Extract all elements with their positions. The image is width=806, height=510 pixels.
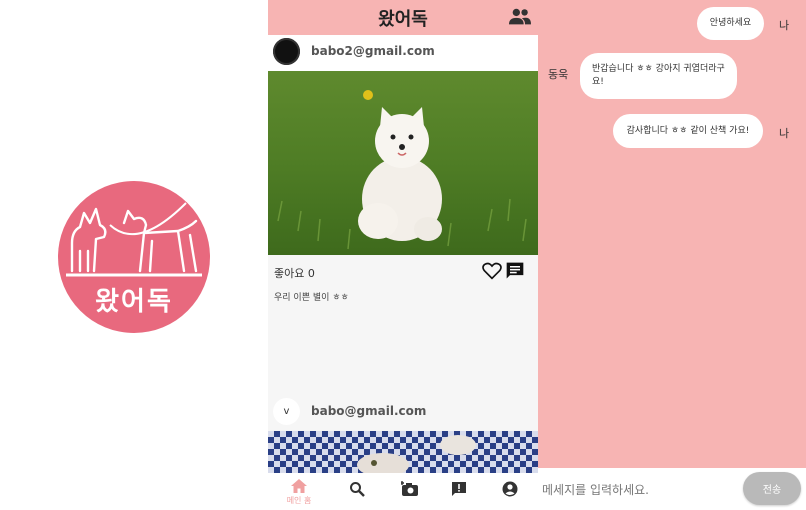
post-author-row[interactable]: babo2@gmail.com [268,35,538,71]
nav-profile[interactable] [483,473,537,510]
dog-on-checkered-blanket-image [268,431,538,473]
chat-message-bubble: 안녕하세요 [697,7,764,40]
nav-report[interactable] [432,473,486,510]
add-photo-icon [401,481,418,496]
nav-add-photo[interactable] [382,473,436,510]
logo-panel: 왔어독 [0,0,268,510]
app-logo: 왔어독 [58,181,210,333]
avatar[interactable] [273,38,300,65]
message-sender: 나 [779,19,790,32]
chat-input-bar: 전송 [538,468,806,510]
chat-bubble-icon[interactable] [505,261,525,281]
bottom-navigation: 메인 홈 [268,473,538,510]
chat-message-bubble: 감사합니다 ㅎㅎ 같이 산책 가요! [613,114,763,148]
nav-home-label: 메인 홈 [286,496,312,505]
message-sender: 나 [779,127,790,140]
post-caption: 우리 이쁜 별이 ㅎㅎ [274,293,349,303]
report-icon [452,482,466,496]
heart-outline-icon[interactable] [482,262,502,280]
feed-header: 왔어독 [268,0,538,35]
post-author-email[interactable]: babo2@gmail.com [311,44,435,58]
nav-home[interactable]: 메인 홈 [272,473,326,510]
home-icon [291,479,307,493]
message-input[interactable] [540,472,734,508]
avatar[interactable]: v [273,398,300,425]
likes-count: 좋아요 0 [274,267,315,280]
white-pomeranian-image [268,71,538,255]
post-author-row[interactable]: v babo@gmail.com [268,395,538,431]
post-image[interactable] [268,71,538,255]
search-icon [350,482,365,497]
profile-icon [502,481,518,497]
nav-search[interactable] [330,473,384,510]
feed-screen: 왔어독 babo2@gmail.com 좋아요 0 우리 이쁜 별이 ㅎㅎ v … [268,0,538,510]
post-image[interactable] [268,431,538,473]
chat-screen: 안녕하세요 나 동욱 반갑습니다 ㅎㅎ 강아지 귀엽더라구요! 감사합니다 ㅎㅎ… [538,0,806,510]
chat-message-bubble: 반갑습니다 ㅎㅎ 강아지 귀엽더라구요! [580,53,737,99]
logo-text: 왔어독 [95,287,173,317]
send-button[interactable]: 전송 [743,472,801,505]
people-icon[interactable] [509,7,531,27]
app-title: 왔어독 [378,9,428,30]
post-author-email[interactable]: babo@gmail.com [311,404,426,418]
message-sender: 동욱 [548,68,569,81]
post-actions: 좋아요 0 우리 이쁜 별이 ㅎㅎ [268,255,538,395]
